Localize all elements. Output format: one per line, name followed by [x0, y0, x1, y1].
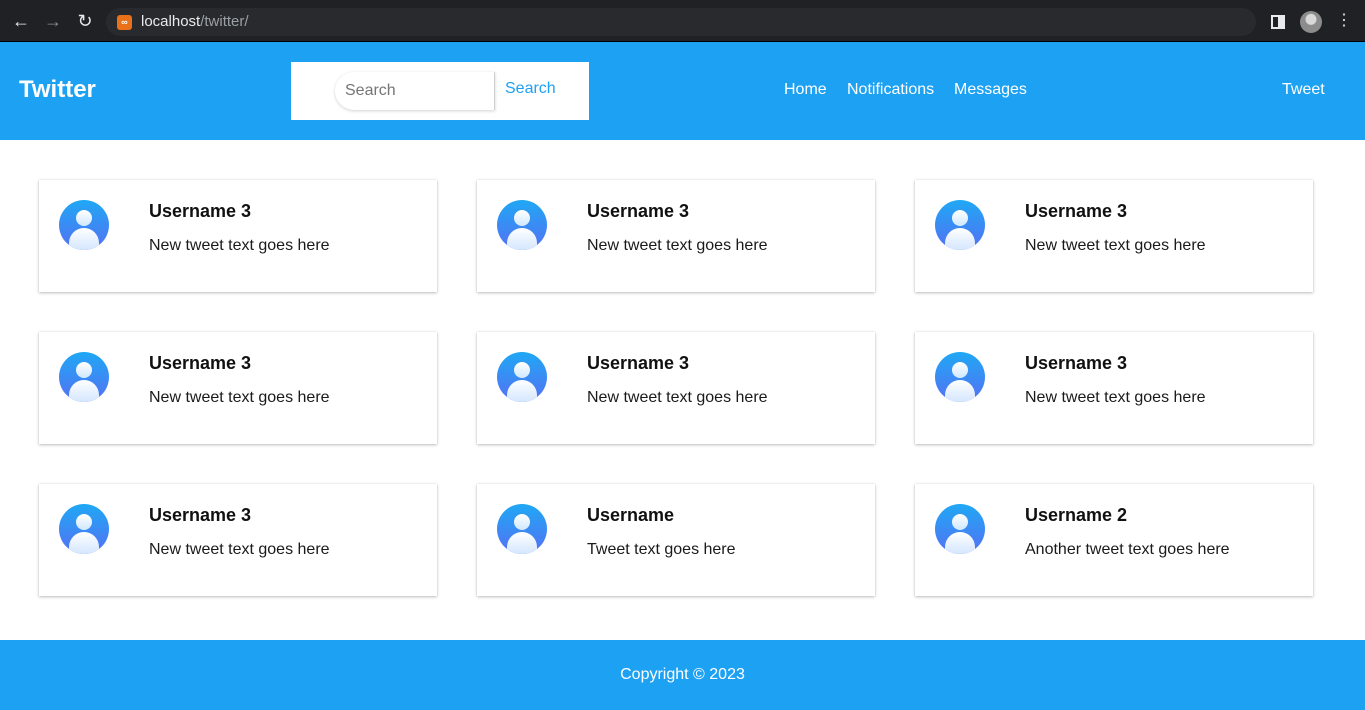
site-header: Twitter Search Home Notifications Messag…	[0, 42, 1365, 140]
tweet-username: Username	[587, 505, 675, 525]
address-bar[interactable]: ∞ localhost/twitter/	[106, 8, 1256, 36]
search-input[interactable]	[335, 72, 495, 110]
brand-logo[interactable]: Twitter	[19, 76, 96, 104]
nav-notifications[interactable]: Notifications	[847, 81, 934, 99]
url-text: localhost/twitter/	[141, 13, 249, 30]
tweet-username: Username 3	[1025, 201, 1128, 221]
tweet-username: Username 3	[1025, 353, 1128, 373]
tweet-text: New tweet text goes here	[587, 389, 768, 406]
browser-toolbar: ← → ↻ ∞ localhost/twitter/ ⋮	[0, 0, 1365, 42]
user-avatar-icon	[59, 504, 109, 554]
tweet-text: New tweet text goes here	[587, 237, 768, 254]
search-divider	[494, 72, 495, 110]
tweet-text: New tweet text goes here	[1025, 389, 1206, 406]
nav-messages[interactable]: Messages	[954, 81, 1027, 99]
back-arrow-icon[interactable]: ←	[11, 11, 31, 31]
tweet-text: New tweet text goes here	[1025, 237, 1206, 254]
search-button[interactable]: Search	[505, 80, 556, 98]
tweet-card: Username 3 New tweet text goes here	[477, 332, 875, 444]
tweet-text: Another tweet text goes here	[1025, 541, 1230, 558]
tweet-button[interactable]: Tweet	[1282, 81, 1325, 99]
user-avatar-icon	[935, 504, 985, 554]
user-avatar-icon	[935, 200, 985, 250]
user-avatar-icon	[497, 504, 547, 554]
tweet-username: Username 3	[149, 201, 252, 221]
site-favicon-icon: ∞	[117, 15, 132, 30]
tweet-card: Username 3 New tweet text goes here	[39, 332, 437, 444]
profile-avatar-icon[interactable]	[1300, 11, 1322, 33]
tweet-card: Username 3 New tweet text goes here	[915, 180, 1313, 292]
tweet-username: Username 2	[1025, 505, 1128, 525]
more-menu-icon[interactable]: ⋮	[1336, 11, 1352, 31]
copyright-text: Copyright © 2023	[620, 666, 745, 683]
tweet-card: Username 3 New tweet text goes here	[39, 484, 437, 596]
user-avatar-icon	[935, 352, 985, 402]
url-host: localhost	[141, 13, 201, 30]
tweet-card: Username Tweet text goes here	[477, 484, 875, 596]
tweet-text: New tweet text goes here	[149, 541, 330, 558]
tweet-text: New tweet text goes here	[149, 237, 330, 254]
tweet-username: Username 3	[587, 201, 690, 221]
forward-arrow-icon[interactable]: →	[43, 11, 63, 31]
search-form: Search	[291, 62, 589, 120]
tweet-text: New tweet text goes here	[149, 389, 330, 406]
tweet-username: Username 3	[149, 353, 252, 373]
site-footer: Copyright © 2023	[0, 640, 1365, 710]
tweet-card: Username 3 New tweet text goes here	[915, 332, 1313, 444]
user-avatar-icon	[497, 200, 547, 250]
user-avatar-icon	[59, 352, 109, 402]
nav-home[interactable]: Home	[784, 81, 827, 99]
tweet-username: Username 3	[587, 353, 690, 373]
tweet-card: Username 2 Another tweet text goes here	[915, 484, 1313, 596]
tweet-text: Tweet text goes here	[587, 541, 736, 558]
reload-icon[interactable]: ↻	[75, 11, 95, 31]
tweet-username: Username 3	[149, 505, 252, 525]
side-panel-icon[interactable]	[1271, 15, 1285, 29]
tweet-card: Username 3 New tweet text goes here	[477, 180, 875, 292]
user-avatar-icon	[497, 352, 547, 402]
user-avatar-icon	[59, 200, 109, 250]
url-path: /twitter/	[200, 13, 249, 30]
tweet-card: Username 3 New tweet text goes here	[39, 180, 437, 292]
